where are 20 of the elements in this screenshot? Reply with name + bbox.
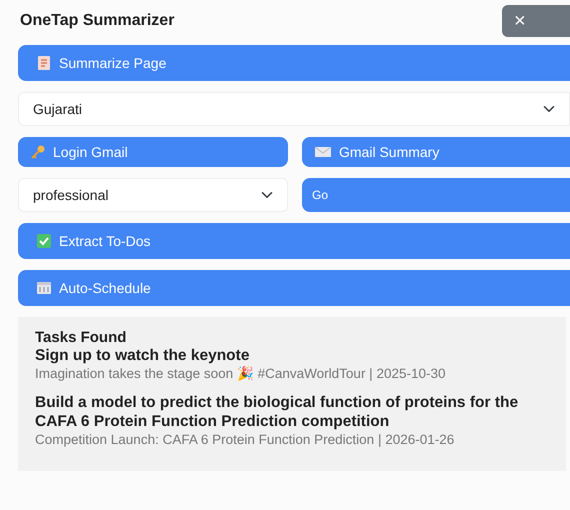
- note-icon: [36, 55, 52, 71]
- extract-button[interactable]: Extract To-Dos: [18, 223, 570, 259]
- gmail-summary-button[interactable]: Gmail Summary: [302, 137, 570, 167]
- key-icon: [30, 144, 46, 160]
- task-detail: Imagination takes the stage soon 🎉 #CanvaWorldTour | 2025-10-30: [35, 366, 446, 382]
- summarize-button[interactable]: Summarize Page: [18, 45, 570, 81]
- calendar-icon: [36, 281, 52, 295]
- task-title: Build a model to predict the biological function of proteins for the CAFA 6 Protein Function Prediction competition: [35, 394, 520, 432]
- language-select[interactable]: Gujarati: [18, 92, 570, 126]
- go-button[interactable]: Go: [302, 178, 570, 212]
- app-title: OneTap Summarizer: [19, 11, 174, 31]
- close-button[interactable]: ×: [502, 5, 570, 37]
- results-heading: Tasks Found: [35, 329, 128, 347]
- checkbox-icon: [36, 233, 52, 249]
- task-title: Sign up to watch the keynote: [35, 347, 250, 366]
- tone-select[interactable]: professional: [18, 178, 288, 212]
- schedule-button[interactable]: Auto-Schedule: [18, 270, 570, 306]
- login-button[interactable]: Login Gmail: [18, 137, 288, 167]
- envelope-icon: [314, 145, 332, 159]
- task-detail: Competition Launch: CAFA 6 Protein Function Prediction | 2026-01-26: [35, 432, 456, 449]
